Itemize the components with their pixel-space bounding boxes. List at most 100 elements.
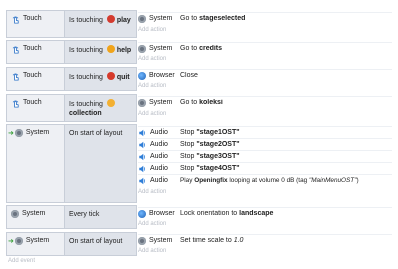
condition-text[interactable]: Is touching help bbox=[67, 41, 137, 55]
audio-icon bbox=[139, 165, 146, 172]
action-row[interactable]: Audio Stop "stage2OST" bbox=[138, 138, 392, 150]
action-object: Audio bbox=[138, 153, 180, 161]
action-verb: Close bbox=[180, 72, 198, 79]
condition-panel[interactable]: ➜ System On start of layout bbox=[6, 124, 137, 203]
action-verb: Stop bbox=[180, 129, 197, 136]
condition-text[interactable]: On start of layout bbox=[67, 233, 137, 246]
action-text: Set time scale to 1.0 bbox=[180, 237, 392, 244]
action-param: "stage2OST" bbox=[196, 141, 240, 148]
condition-target: quit bbox=[116, 74, 130, 81]
condition-object-label: Touch bbox=[23, 15, 42, 22]
action-object: Browser bbox=[138, 71, 180, 80]
action-verb: Stop bbox=[180, 153, 197, 160]
add-action-link[interactable]: Add action bbox=[138, 248, 166, 254]
action-param: "stage3OST" bbox=[196, 153, 240, 160]
condition-verb: Every tick bbox=[69, 211, 100, 218]
gear-icon bbox=[138, 98, 146, 107]
action-text: Go to stageselected bbox=[180, 15, 392, 22]
condition-panel[interactable]: Touch Is touching play bbox=[6, 10, 137, 38]
action-text: Lock orientation to landscape bbox=[180, 210, 392, 217]
condition-object[interactable]: Touch bbox=[7, 41, 65, 63]
add-event-link[interactable]: Add event bbox=[8, 258, 35, 264]
event-block[interactable]: ➜ System On start of layout System Set t… bbox=[6, 232, 398, 256]
condition-object[interactable]: ➜ System bbox=[7, 125, 65, 202]
action-param: stageselected bbox=[199, 15, 246, 22]
condition-panel[interactable]: ➜ System On start of layout bbox=[6, 232, 137, 256]
condition-object[interactable]: Touch bbox=[7, 68, 65, 90]
touch-icon bbox=[12, 73, 19, 81]
trigger-arrow-icon: ➜ bbox=[8, 130, 14, 137]
gear-icon bbox=[138, 236, 146, 245]
action-row[interactable]: Browser Close bbox=[138, 69, 392, 81]
event-block[interactable]: Touch Is touching play System Go to stag… bbox=[6, 10, 398, 38]
action-row[interactable]: Browser Lock orientation to landscape bbox=[138, 207, 392, 219]
action-param: 1.0 bbox=[233, 237, 244, 244]
event-block[interactable]: System Every tick Browser Lock orientati… bbox=[6, 205, 398, 229]
add-action-link[interactable]: Add action bbox=[138, 111, 166, 117]
event-block[interactable]: Touch Is touching collection System Go t… bbox=[6, 94, 398, 122]
gear-icon bbox=[11, 210, 19, 218]
action-text: Stop "stage2OST" bbox=[180, 141, 392, 148]
action-row[interactable]: Audio Stop "stage4OST" bbox=[138, 162, 392, 174]
action-row[interactable]: System Set time scale to 1.0 bbox=[138, 234, 392, 246]
action-param: "stage4OST" bbox=[196, 165, 240, 172]
action-verb: Stop bbox=[180, 165, 197, 172]
event-block[interactable]: Touch Is touching quit Browser Close Add… bbox=[6, 67, 398, 91]
touch-icon bbox=[12, 100, 19, 108]
collection-button-icon bbox=[106, 99, 115, 107]
add-action-link[interactable]: Add action bbox=[138, 27, 166, 33]
action-object: Audio bbox=[138, 177, 180, 185]
action-object: System bbox=[138, 236, 180, 245]
action-param: credits bbox=[199, 45, 223, 52]
browser-icon bbox=[138, 71, 146, 80]
audio-icon bbox=[139, 153, 146, 160]
add-action-link[interactable]: Add action bbox=[138, 189, 166, 195]
condition-object-label: System bbox=[22, 210, 46, 217]
action-object-label: Audio bbox=[150, 129, 168, 136]
condition-text[interactable]: Is touching quit bbox=[67, 68, 137, 82]
action-text: Close bbox=[180, 72, 392, 79]
condition-verb: Is touching bbox=[69, 74, 103, 81]
action-param: koleksi bbox=[199, 99, 223, 106]
event-block[interactable]: ➜ System On start of layout Audio Stop "… bbox=[6, 124, 398, 203]
action-object-label: Audio bbox=[150, 153, 168, 160]
audio-icon bbox=[139, 129, 146, 136]
action-verb: Play bbox=[180, 177, 195, 184]
action-row[interactable]: System Go to credits bbox=[138, 42, 392, 54]
add-action-link[interactable]: Add action bbox=[138, 221, 166, 227]
condition-object[interactable]: System bbox=[7, 206, 65, 228]
touch-icon bbox=[12, 46, 19, 54]
condition-verb: Is touching bbox=[69, 101, 103, 108]
add-action-link[interactable]: Add action bbox=[138, 83, 166, 89]
action-verb: Stop bbox=[180, 141, 197, 148]
condition-panel[interactable]: System Every tick bbox=[6, 205, 137, 229]
action-row[interactable]: Audio Stop "stage1OST" bbox=[138, 126, 392, 138]
condition-object-label: Touch bbox=[23, 45, 42, 52]
condition-text[interactable]: Is touching play bbox=[67, 11, 137, 25]
condition-object[interactable]: Touch bbox=[7, 95, 65, 121]
condition-text[interactable]: Every tick bbox=[67, 206, 137, 219]
condition-object-label: System bbox=[25, 129, 50, 136]
add-action-link[interactable]: Add action bbox=[138, 56, 166, 62]
condition-object-label: System bbox=[25, 237, 50, 244]
event-block[interactable]: Touch Is touching help System Go to cred… bbox=[6, 40, 398, 64]
action-object-label: Browser bbox=[149, 72, 175, 79]
condition-verb: Is touching bbox=[69, 17, 103, 24]
condition-text[interactable]: Is touching collection bbox=[67, 95, 137, 118]
condition-object[interactable]: ➜ System bbox=[7, 233, 65, 255]
action-row[interactable]: System Go to koleksi bbox=[138, 96, 392, 108]
action-row[interactable]: Audio Stop "stage3OST" bbox=[138, 150, 392, 162]
action-row[interactable]: System Go to stageselected bbox=[138, 12, 392, 24]
condition-object-label: Touch bbox=[23, 99, 42, 106]
condition-text[interactable]: On start of layout bbox=[67, 125, 137, 138]
condition-panel[interactable]: Touch Is touching collection bbox=[6, 94, 137, 122]
action-object-label: System bbox=[149, 99, 173, 106]
condition-panel[interactable]: Touch Is touching help bbox=[6, 40, 137, 64]
action-row[interactable]: Audio Play Openingfix looping at volume … bbox=[138, 174, 392, 186]
action-text: Stop "stage1OST" bbox=[180, 129, 392, 136]
condition-panel[interactable]: Touch Is touching quit bbox=[6, 67, 137, 91]
touch-icon bbox=[12, 16, 19, 24]
gear-icon bbox=[138, 44, 146, 53]
action-object: System bbox=[138, 44, 180, 53]
condition-object[interactable]: Touch bbox=[7, 11, 65, 37]
